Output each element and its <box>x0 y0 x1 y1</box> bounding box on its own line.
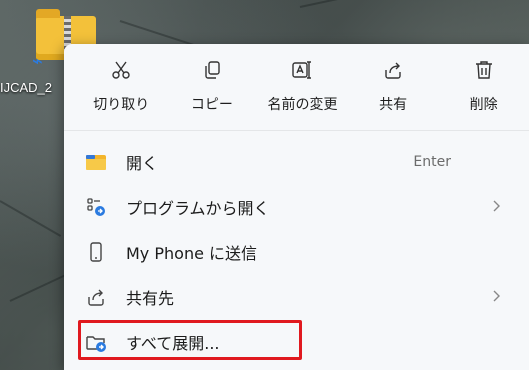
menu-item-label: プログラムから開く <box>126 198 270 218</box>
share-label: 共有 <box>379 97 408 113</box>
menu-item-share-to[interactable]: 共有先 <box>64 274 529 319</box>
menu-item-open-with[interactable]: プログラムから開く <box>64 184 529 229</box>
menu-item-label: My Phone に送信 <box>126 243 258 263</box>
menu-item-label: 共有先 <box>126 288 175 308</box>
rename-label: 名前の変更 <box>267 97 338 113</box>
extract-all-icon <box>84 330 108 354</box>
share-icon <box>84 285 108 309</box>
copy-icon <box>200 58 224 82</box>
delete-button[interactable]: 削除 <box>438 54 529 126</box>
phone-icon <box>84 240 108 264</box>
menu-item-send-to-phone[interactable]: My Phone に送信 <box>64 229 529 274</box>
chevron-right-icon <box>491 196 503 220</box>
shortcut-text: Enter <box>413 153 451 170</box>
trash-icon <box>472 58 496 82</box>
chevron-right-icon <box>491 286 503 310</box>
desktop-file-label[interactable]: IJCAD_2 <box>0 80 52 95</box>
folder-open-icon <box>84 150 108 174</box>
delete-label: 削除 <box>469 97 498 113</box>
menu-item-label: 開く <box>126 153 159 173</box>
cut-label: 切り取り <box>93 97 150 113</box>
share-icon <box>381 58 405 82</box>
menu-item-open[interactable]: 開く Enter <box>64 139 529 184</box>
app-badge-icon: ⌁ <box>32 51 43 72</box>
cut-button[interactable]: 切り取り <box>76 54 167 126</box>
rename-icon <box>290 58 314 82</box>
scissors-icon <box>109 58 133 82</box>
open-with-icon <box>84 195 108 219</box>
copy-button[interactable]: コピー <box>167 54 258 126</box>
copy-label: コピー <box>190 97 233 113</box>
rename-button[interactable]: 名前の変更 <box>257 54 348 126</box>
menu-item-extract-all[interactable]: すべて展開... <box>64 319 529 364</box>
share-button[interactable]: 共有 <box>348 54 439 126</box>
menu-item-label: すべて展開... <box>126 333 220 353</box>
context-toolbar: 切り取り コピー 名前の変更 共有 削除 <box>64 44 529 130</box>
menu-items: 開く Enter プログラムから開く My Phone に送信 共有先 すべて展… <box>64 131 529 364</box>
context-menu: 切り取り コピー 名前の変更 共有 削除 開く Enter プログラムから開く … <box>64 44 529 370</box>
